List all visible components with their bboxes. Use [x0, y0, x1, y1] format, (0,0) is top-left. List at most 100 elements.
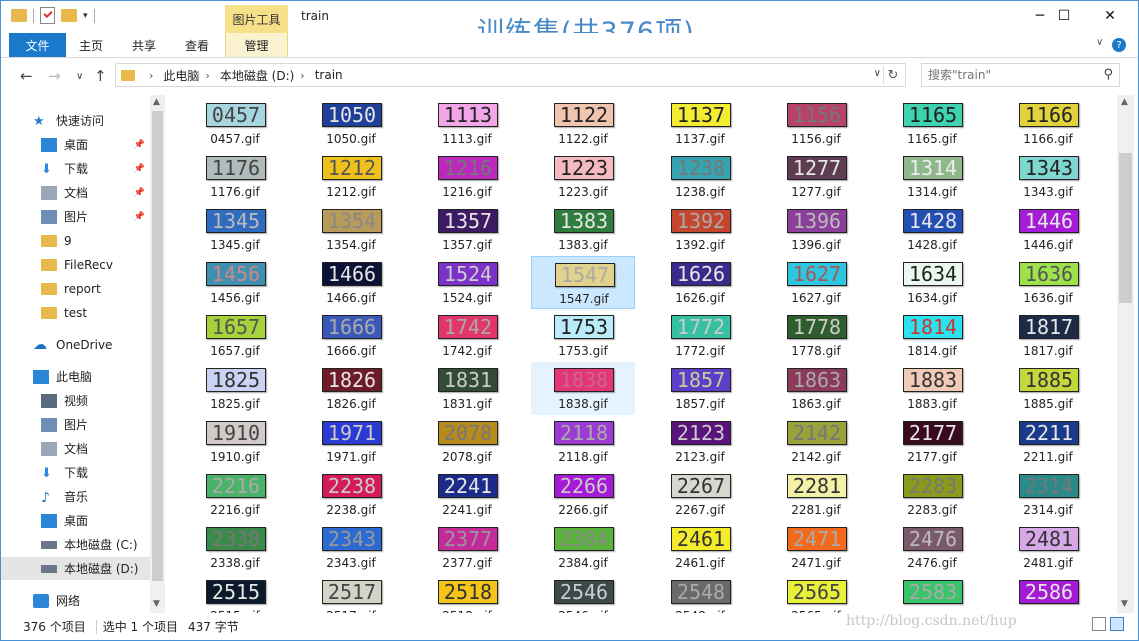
file-item[interactable]: 1383 1383.gif — [531, 203, 635, 256]
properties-icon[interactable] — [40, 7, 55, 24]
file-item[interactable]: 2476 2476.gif — [880, 521, 984, 574]
nav-item[interactable]: report — [1, 277, 151, 300]
file-item[interactable]: 1176 1176.gif — [183, 150, 287, 203]
details-view-icon[interactable] — [1092, 617, 1106, 631]
tab-view[interactable]: 查看 — [177, 33, 217, 57]
file-item[interactable]: 1524 1524.gif — [415, 256, 519, 309]
nav-item[interactable]: FileRecv — [1, 253, 151, 276]
file-item[interactable]: 1778 1778.gif — [764, 309, 868, 362]
file-item[interactable]: 1456 1456.gif — [183, 256, 287, 309]
breadcrumb-this-pc[interactable]: 此电脑 — [163, 67, 199, 84]
nav-item[interactable]: 视频 — [1, 389, 151, 412]
address-dropdown-icon[interactable]: ∨ — [874, 68, 881, 79]
file-item[interactable]: 1113 1113.gif — [415, 97, 519, 150]
file-item[interactable]: 1825 1825.gif — [183, 362, 287, 415]
large-icons-view-icon[interactable] — [1110, 617, 1124, 631]
file-item[interactable]: 1392 1392.gif — [648, 203, 752, 256]
file-item[interactable]: 1626 1626.gif — [648, 256, 752, 309]
search-box[interactable]: ⚲ — [921, 63, 1120, 87]
scroll-up-arrow-icon[interactable]: ▲ — [153, 97, 160, 107]
nav-item[interactable]: 网络 — [1, 589, 151, 612]
file-item[interactable]: 2471 2471.gif — [764, 521, 868, 574]
file-item[interactable]: 2238 2238.gif — [299, 468, 403, 521]
file-item[interactable]: 1165 1165.gif — [880, 97, 984, 150]
tab-home[interactable]: 主页 — [71, 33, 111, 57]
scroll-up-arrow-icon[interactable]: ▲ — [1121, 97, 1128, 107]
file-item[interactable]: 2377 2377.gif — [415, 521, 519, 574]
file-item[interactable]: 2283 2283.gif — [880, 468, 984, 521]
file-item[interactable]: 1814 1814.gif — [880, 309, 984, 362]
file-item[interactable]: 25652565.gif — [764, 574, 868, 613]
nav-item[interactable]: 文档 — [1, 437, 151, 460]
file-item[interactable]: 2343 2343.gif — [299, 521, 403, 574]
file-item[interactable]: 1216 1216.gif — [415, 150, 519, 203]
file-item[interactable]: 1277 1277.gif — [764, 150, 868, 203]
scroll-down-arrow-icon[interactable]: ▼ — [153, 599, 160, 609]
file-item[interactable]: 1446 1446.gif — [996, 203, 1100, 256]
file-item[interactable]: 1831 1831.gif — [415, 362, 519, 415]
file-item[interactable]: 2266 2266.gif — [531, 468, 635, 521]
address-bar[interactable]: › 此电脑 › 本地磁盘 (D:) › train ∨ ↻ — [115, 63, 906, 87]
file-item[interactable]: 1428 1428.gif — [880, 203, 984, 256]
scroll-down-arrow-icon[interactable]: ▼ — [1121, 599, 1128, 609]
file-item[interactable]: 2481 2481.gif — [996, 521, 1100, 574]
nav-item[interactable]: ♪ 音乐 — [1, 485, 151, 508]
file-item[interactable]: 1354 1354.gif — [299, 203, 403, 256]
file-item[interactable]: 2211 2211.gif — [996, 415, 1100, 468]
file-item[interactable]: 1857 1857.gif — [648, 362, 752, 415]
nav-pane-scrollbar[interactable]: ▲ ▼ — [150, 95, 165, 613]
pin-icon[interactable]: 📌 — [134, 188, 145, 198]
tab-file[interactable]: 文件 — [9, 33, 66, 57]
search-input[interactable] — [926, 64, 1100, 86]
breadcrumb-separator[interactable]: › — [300, 69, 304, 82]
file-item[interactable]: 1156 1156.gif — [764, 97, 868, 150]
back-arrow-icon[interactable]: ← — [20, 67, 33, 85]
nav-item[interactable]: ⬇ 下载 📌 — [1, 157, 151, 180]
nav-item[interactable]: 图片 — [1, 413, 151, 436]
nav-item[interactable]: ☁ OneDrive — [1, 333, 151, 356]
recent-locations-icon[interactable]: ∨ — [76, 71, 83, 82]
file-item[interactable]: 2586 — [996, 574, 1100, 613]
file-item[interactable]: 2123 2123.gif — [648, 415, 752, 468]
file-item[interactable]: 1742 1742.gif — [415, 309, 519, 362]
file-item[interactable]: 1122 1122.gif — [531, 97, 635, 150]
file-item[interactable]: 2461 2461.gif — [648, 521, 752, 574]
file-item[interactable]: 0457 0457.gif — [183, 97, 287, 150]
file-item[interactable]: 2216 2216.gif — [183, 468, 287, 521]
pin-icon[interactable]: 📌 — [134, 212, 145, 222]
file-item[interactable]: 1357 1357.gif — [415, 203, 519, 256]
pin-icon[interactable]: 📌 — [134, 164, 145, 174]
breadcrumb-train[interactable]: train — [315, 68, 343, 82]
nav-item[interactable]: 桌面 📌 — [1, 133, 151, 156]
file-item[interactable]: 1885 1885.gif — [996, 362, 1100, 415]
file-item[interactable]: 1666 1666.gif — [299, 309, 403, 362]
ribbon-collapse-icon[interactable]: ∨ — [1096, 37, 1103, 48]
file-item[interactable]: 1466 1466.gif — [299, 256, 403, 309]
file-item[interactable]: 2241 2241.gif — [415, 468, 519, 521]
nav-item[interactable]: 桌面 — [1, 509, 151, 532]
file-item[interactable]: 1396 1396.gif — [764, 203, 868, 256]
file-item[interactable]: 1636 1636.gif — [996, 256, 1100, 309]
file-item[interactable]: 1137 1137.gif — [648, 97, 752, 150]
file-item[interactable]: 25182518.gif — [415, 574, 519, 613]
breadcrumb-separator[interactable]: › — [149, 69, 153, 82]
nav-item[interactable]: ★ 快速访问 — [1, 109, 151, 132]
nav-item[interactable]: 本地磁盘 (C:) — [1, 533, 151, 556]
file-list-scrollbar[interactable]: ▲ ▼ — [1117, 95, 1134, 613]
file-item[interactable]: 1343 1343.gif — [996, 150, 1100, 203]
nav-item[interactable]: 此电脑 — [1, 365, 151, 388]
nav-item[interactable]: 图片 📌 — [1, 205, 151, 228]
new-folder-icon[interactable] — [61, 9, 77, 22]
file-item[interactable]: 1050 1050.gif — [299, 97, 403, 150]
file-item[interactable]: 2281 2281.gif — [764, 468, 868, 521]
nav-item[interactable]: test — [1, 301, 151, 324]
file-item[interactable]: 25152515.gif — [183, 574, 287, 613]
nav-item[interactable]: ⬇ 下载 — [1, 461, 151, 484]
file-item[interactable]: 2267 2267.gif — [648, 468, 752, 521]
folder-icon[interactable] — [11, 9, 27, 22]
pin-icon[interactable]: 📌 — [134, 140, 145, 150]
file-item[interactable]: 1883 1883.gif — [880, 362, 984, 415]
file-item[interactable]: 2583 — [880, 574, 984, 613]
breadcrumb-separator[interactable]: › — [205, 69, 209, 82]
nav-item[interactable]: 9 — [1, 229, 151, 252]
